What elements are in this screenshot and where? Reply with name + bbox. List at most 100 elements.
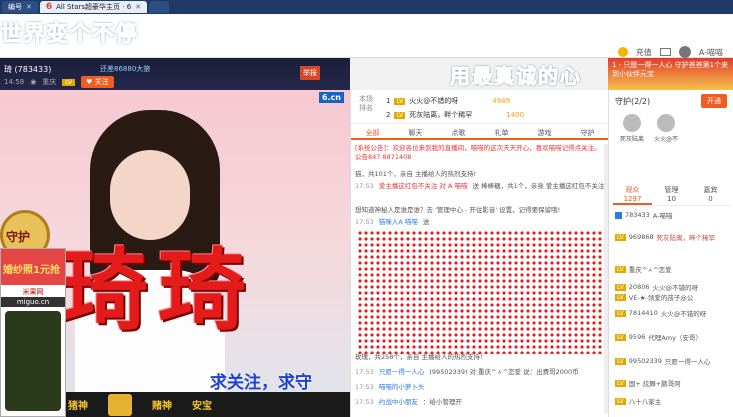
guard-ribbon-text: 守护 [6,230,31,244]
tab-admins[interactable]: 管理 10 [652,186,691,205]
tab-games[interactable]: 游戏 [523,126,566,138]
tab-song[interactable]: 点歌 [437,126,480,138]
level-badge: LV [62,78,76,86]
guard-banner[interactable]: 1 - 只愿一得一人心 守护爸爸第1个来到小伙伴元宝 [608,58,733,90]
ad-panel[interactable]: 婚纱照1元抢 米果网 miguo.cn [0,248,66,417]
guard-name: 死灰陆离 [619,136,644,143]
ad-headline: 婚纱照1元抢 [1,249,65,285]
top-marquee: 世界变个不停 [0,22,139,48]
chat-message: 17:53 喵喵的小萝卜头 [355,383,605,392]
msg-time: 17:53 [355,218,374,226]
msg-text: 猫，共101个，亲自 主播给人的热烈支持! [355,170,477,178]
open-guard-button[interactable]: 开通 [701,94,727,108]
follow-button[interactable]: ♥ 关注 [81,76,114,88]
level-badge: LV [615,333,626,341]
tab-guard[interactable]: 守护 [566,126,609,138]
level-badge: LV [615,309,626,317]
user-id: 99502339 [628,357,662,365]
ad-image [5,311,61,411]
tab-label: 嘉宾 [703,186,718,194]
close-icon[interactable]: ✕ [26,3,32,11]
user-row[interactable]: LV VE-★-领爱的孩子@公 [615,292,732,302]
msg-user[interactable]: 喵喵的小萝卜头 [379,383,425,391]
chat-message: 17:53 猫咪入A 喵喵 送 [355,218,605,227]
chat-panel: 本场排名 1 LV 火火@不错的呀 4949 2 LV 死灰陆离，畔个稀罕 14… [350,90,609,417]
chat-message: 玫瑰，共258个，亲自 主播给人的热烈支持! [355,353,605,362]
tab-label: All Stars超豪华主页 · 6 [56,3,132,11]
tab-count: 1297 [623,195,642,203]
anchor-name: 琦 (783433) [4,65,52,74]
level-badge: LV [615,397,626,405]
tab-all[interactable]: 全部 [351,126,394,138]
gift-pig-god[interactable]: 猪神 [68,397,88,412]
rank-pos: 2 [386,111,391,119]
msg-user[interactable]: 约战中小朋友 [379,398,418,406]
chat-tabs: 全部 聊天 点歌 礼单 游戏 守护 [351,126,609,140]
user-name: 国+ 炫舞+鹏哥阿 [628,380,681,388]
recharge-link[interactable]: 充值 [636,47,652,58]
browser-tab-2[interactable]: 6 All Stars超豪华主页 · 6 ✕ [39,1,148,13]
user-name: 八十八家主 [628,398,662,406]
msg-user[interactable]: 猫咪入A 喵喵 [379,218,418,226]
level-badge: LV [615,293,626,301]
guard-item[interactable]: 火火@不 [653,114,679,143]
avatar[interactable] [678,46,691,58]
user-row[interactable]: LV 7814410 火火@不错的呀 [615,308,732,318]
msg-text: 送 棒棒糖，共1个，亲身 爱主播这红包不关注 的热烈支持! [472,182,605,190]
mail-icon[interactable] [659,48,671,56]
anchor-level-progress: 还差86880大狼 [100,65,151,73]
tab-gifts[interactable]: 礼单 [480,126,523,138]
user-id: 969868 [628,233,654,241]
user-row[interactable]: LV 重庆^ㅅ^恋爱 [615,264,732,274]
rank-name: 火火@不错的呀 [409,97,459,105]
user-row[interactable]: LV 20806 火火@不错的呀 [615,282,732,292]
chat-message: 17:53 只愿一得一人心 (99502339) 对 重庆^ㅅ^恋爱 说：出费哥… [355,368,605,377]
level-badge: LV [394,97,406,105]
coin-icon [617,47,628,57]
tab-viewers[interactable]: 观众 1297 [613,186,652,205]
user-row[interactable]: LV 国+ 炫舞+鹏哥阿 [615,378,732,388]
username[interactable]: A-喵喵 [699,47,723,58]
level-badge: LV [615,233,626,241]
location-pin-icon: ◉ [30,78,37,86]
rank-row[interactable]: 1 LV 火火@不错的呀 4949 [386,95,510,107]
close-icon[interactable]: ✕ [135,3,141,11]
user-name: 火火@不错的呀 [660,310,707,318]
chat-message: 17:53 约战中小朋友 ：给小管理开 [355,398,605,407]
ad-domain: miguo.cn [1,297,65,307]
rose-gift-animation [357,230,603,354]
tab-guests[interactable]: 嘉宾 0 [691,186,730,205]
browser-tabstrip: 编号 ✕ 6 All Stars超豪华主页 · 6 ✕ [0,0,733,14]
user-row[interactable]: LV 99502339 只愿一得一人心 [615,356,732,366]
msg-user[interactable]: 爱主播这红包不关注 对 A 喵喵 [379,182,468,190]
level-badge: LV [615,379,626,387]
tab-label: 观众 [625,186,640,194]
gift-safe[interactable]: 安宝 [192,397,212,412]
user-row[interactable]: LV 9596 代哩Amy（安哥） [615,332,732,342]
rank-pos: 1 [386,97,391,105]
guard-item[interactable]: 死灰陆离 [619,114,645,143]
tab-chat[interactable]: 聊天 [394,126,437,138]
anchor-info-bar: 琦 (783433) 14:58 ◉ 重庆 LV ♥ 关注 还差86880大狼 … [0,58,350,90]
report-button[interactable]: 举报 [300,66,320,80]
rank-row[interactable]: 2 LV 死灰陆离，畔个稀罕 1400 [386,109,524,121]
chat-message: 猫，共101个，亲自 主播给人的热烈支持! [355,170,605,179]
msg-text: (99502339) 对 重庆^ㅅ^恋爱 说：出费哥2000币 [429,368,579,376]
system-notice: [系统公告]：欢迎各位来到我的直播间，喵喵的这次天天开心，喜欢喵喵记得点关注。公… [355,144,601,161]
gift-gamble-god[interactable]: 赌神 [152,397,172,412]
gift-box-icon[interactable] [108,393,132,416]
user-name: 死灰陆离，畔个稀罕 [656,234,716,242]
chat-message: 想知道神秘人是谁是谁？去 '管理中心 - 开往影音' 设置，记得要保留哦! [355,206,605,215]
level-badge: LV [394,111,406,119]
browser-tab-1[interactable]: 编号 ✕ [2,1,38,13]
anchor-time: 14:58 [4,78,25,86]
user-id: 9596 [628,333,646,341]
user-row[interactable]: LV 969868 死灰陆离，畔个稀罕 [615,232,732,242]
browser-tab-3[interactable] [149,1,170,13]
chat-message: 17:53 爱主播这红包不关注 对 A 喵喵 送 棒棒糖，共1个，亲身 爱主播这… [355,182,605,191]
msg-user[interactable]: 只愿一得一人心 [379,368,425,376]
tab-count: 10 [667,195,676,203]
user-row[interactable]: LV 八十八家主 [615,396,732,406]
user-row[interactable]: 783433 A-喵喵 [615,210,732,220]
msg-text: 想知道神秘人是谁是谁？去 '管理中心 - 开往影音' 设置，记得要保留哦! [355,206,561,214]
